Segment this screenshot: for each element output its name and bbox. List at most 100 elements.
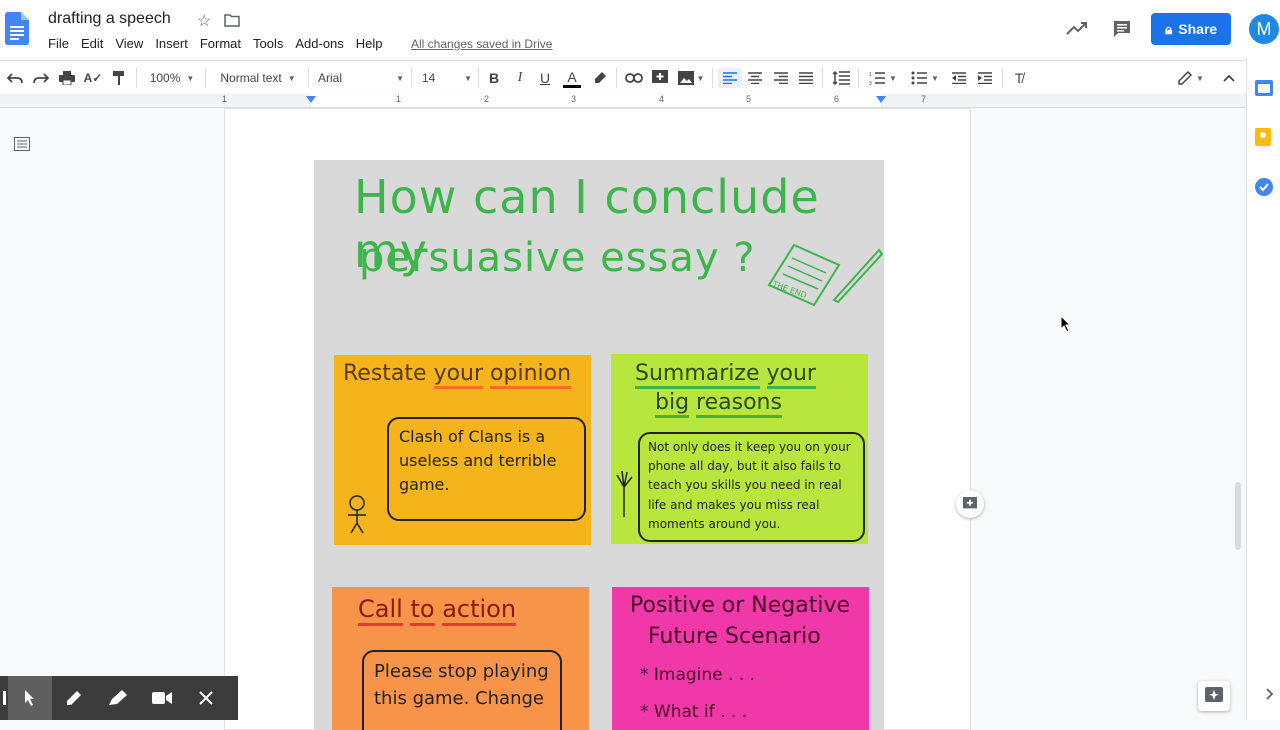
title-word: action <box>442 595 517 626</box>
paint-format-icon[interactable] <box>110 68 128 88</box>
justify-icon[interactable] <box>797 68 815 88</box>
add-comment-icon <box>963 497 977 509</box>
menu-help[interactable]: Help <box>350 36 389 51</box>
star-icon[interactable]: ☆ <box>197 11 211 31</box>
ruler-number: 7 <box>921 94 927 104</box>
ruler[interactable]: 1 1 2 3 4 5 6 7 <box>0 94 1246 108</box>
sticky-note-future-scenario: Positive or Negative Future Scenario * I… <box>612 587 869 730</box>
save-status-link[interactable]: All changes saved in Drive <box>411 37 552 51</box>
document-outline-icon[interactable] <box>14 137 30 151</box>
menu-edit[interactable]: Edit <box>75 36 109 51</box>
move-folder-icon[interactable] <box>224 13 240 27</box>
sticky-title: Positive or Negative Future Scenario <box>630 591 850 653</box>
explore-button[interactable] <box>1198 681 1230 711</box>
sticky-note-restate: Restate your opinion Clash of Clans is a… <box>334 355 591 545</box>
comment-history-icon[interactable] <box>1112 19 1132 39</box>
pointer-icon <box>25 690 34 706</box>
align-right-icon[interactable] <box>772 68 790 88</box>
document-title[interactable]: drafting a speech <box>48 10 171 28</box>
size-value: 14 <box>422 71 436 85</box>
anchor-chart-image[interactable]: How can I conclude my persuasive essay ?… <box>314 160 884 730</box>
poster-question-line2: persuasive essay ? <box>359 235 756 281</box>
pointer-tool-button[interactable] <box>8 676 52 720</box>
drag-handle-icon[interactable] <box>0 676 8 720</box>
lock-icon: 🔒︎ <box>1164 20 1173 37</box>
font-size-select[interactable]: 14 ▼ <box>422 68 472 88</box>
svg-text:1: 1 <box>869 72 872 78</box>
paragraph-style-select[interactable]: Normal text ▼ <box>215 68 301 88</box>
menu-format[interactable]: Format <box>194 36 247 51</box>
activity-dashboard-icon[interactable] <box>1066 20 1088 36</box>
chevron-down-icon: ▼ <box>287 73 296 83</box>
decrease-indent-icon[interactable] <box>950 68 968 88</box>
zoom-select[interactable]: 100% ▼ <box>146 68 198 88</box>
title-word: Summarize <box>635 361 760 389</box>
ruler-number: 5 <box>746 94 752 104</box>
hide-menus-icon[interactable] <box>1220 68 1238 88</box>
close-icon <box>199 691 213 705</box>
share-button[interactable]: 🔒︎ Share <box>1151 13 1231 45</box>
avatar[interactable]: M <box>1249 14 1279 44</box>
link-icon[interactable] <box>624 68 644 88</box>
side-panel <box>1246 58 1280 720</box>
text-color-icon[interactable]: A <box>563 68 581 88</box>
line-spacing-icon[interactable] <box>831 68 851 88</box>
clear-formatting-icon[interactable]: T̸ <box>1010 68 1028 88</box>
title-word: Restate <box>343 361 427 386</box>
chevron-right-icon[interactable] <box>1266 688 1274 700</box>
right-indent-marker[interactable] <box>876 96 886 103</box>
stick-figure-drawing <box>348 495 366 534</box>
undo-icon[interactable] <box>6 68 24 88</box>
insert-image-icon[interactable]: ▼ <box>676 68 706 88</box>
insert-comment-icon[interactable] <box>651 68 669 88</box>
spellcheck-icon[interactable]: A✓ <box>84 68 103 88</box>
italic-icon[interactable]: I <box>512 68 528 88</box>
chevron-down-icon: ▼ <box>396 73 404 83</box>
highlighter-tool-button[interactable] <box>96 676 140 720</box>
annotation-toolbar <box>0 676 238 720</box>
close-toolbar-button[interactable] <box>184 676 228 720</box>
paper-pencil-drawing: THE END <box>767 243 884 307</box>
calendar-icon[interactable] <box>1255 80 1273 96</box>
title-word: reasons <box>696 389 782 418</box>
speech-bubble: Please stop playing this game. Change <box>362 650 562 730</box>
sticky-title: Restate your opinion <box>343 361 572 389</box>
scrollbar-thumb[interactable] <box>1235 482 1241 550</box>
menu-view[interactable]: View <box>109 36 149 51</box>
title-word: opinion <box>490 361 572 389</box>
keep-icon[interactable] <box>1255 128 1271 146</box>
pen-tool-button[interactable] <box>52 676 96 720</box>
left-indent-marker[interactable] <box>306 96 316 103</box>
ruler-number: 1 <box>396 94 402 104</box>
menu-addons[interactable]: Add-ons <box>289 36 349 51</box>
title-line: Future Scenario <box>648 623 821 649</box>
bulleted-list-icon[interactable]: ▼ <box>908 68 942 88</box>
sticky-note-summarize: Summarize your big reasons Not only does… <box>611 354 868 544</box>
add-comment-button[interactable] <box>956 490 984 518</box>
menu-bar: File Edit View Insert Format Tools Add-o… <box>42 36 389 51</box>
editing-mode-icon[interactable]: ▼ <box>1174 68 1208 88</box>
menu-file[interactable]: File <box>42 36 75 51</box>
bold-icon[interactable]: B <box>486 68 502 88</box>
docs-logo-icon[interactable] <box>5 12 29 45</box>
title-word: big <box>655 389 690 418</box>
webcam-tool-button[interactable] <box>140 676 184 720</box>
redo-icon[interactable] <box>32 68 50 88</box>
numbered-list-icon[interactable]: 1 3 ▼ <box>866 68 900 88</box>
highlight-icon[interactable] <box>592 68 608 88</box>
chevron-down-icon: ▼ <box>186 73 195 83</box>
tasks-icon[interactable] <box>1255 178 1273 196</box>
ruler-number: 6 <box>834 94 840 104</box>
print-icon[interactable] <box>58 68 76 88</box>
align-left-icon[interactable] <box>718 68 742 88</box>
menu-tools[interactable]: Tools <box>247 36 289 51</box>
underline-icon[interactable]: U <box>537 68 553 88</box>
speech-bubble: Clash of Clans is a useless and terrible… <box>387 417 586 521</box>
align-center-icon[interactable] <box>746 68 764 88</box>
title-word: your <box>433 361 484 389</box>
font-select[interactable]: Arial ▼ <box>318 68 404 88</box>
title-word: to <box>410 595 435 626</box>
increase-indent-icon[interactable] <box>976 68 994 88</box>
menu-insert[interactable]: Insert <box>149 36 194 51</box>
font-value: Arial <box>318 71 343 85</box>
